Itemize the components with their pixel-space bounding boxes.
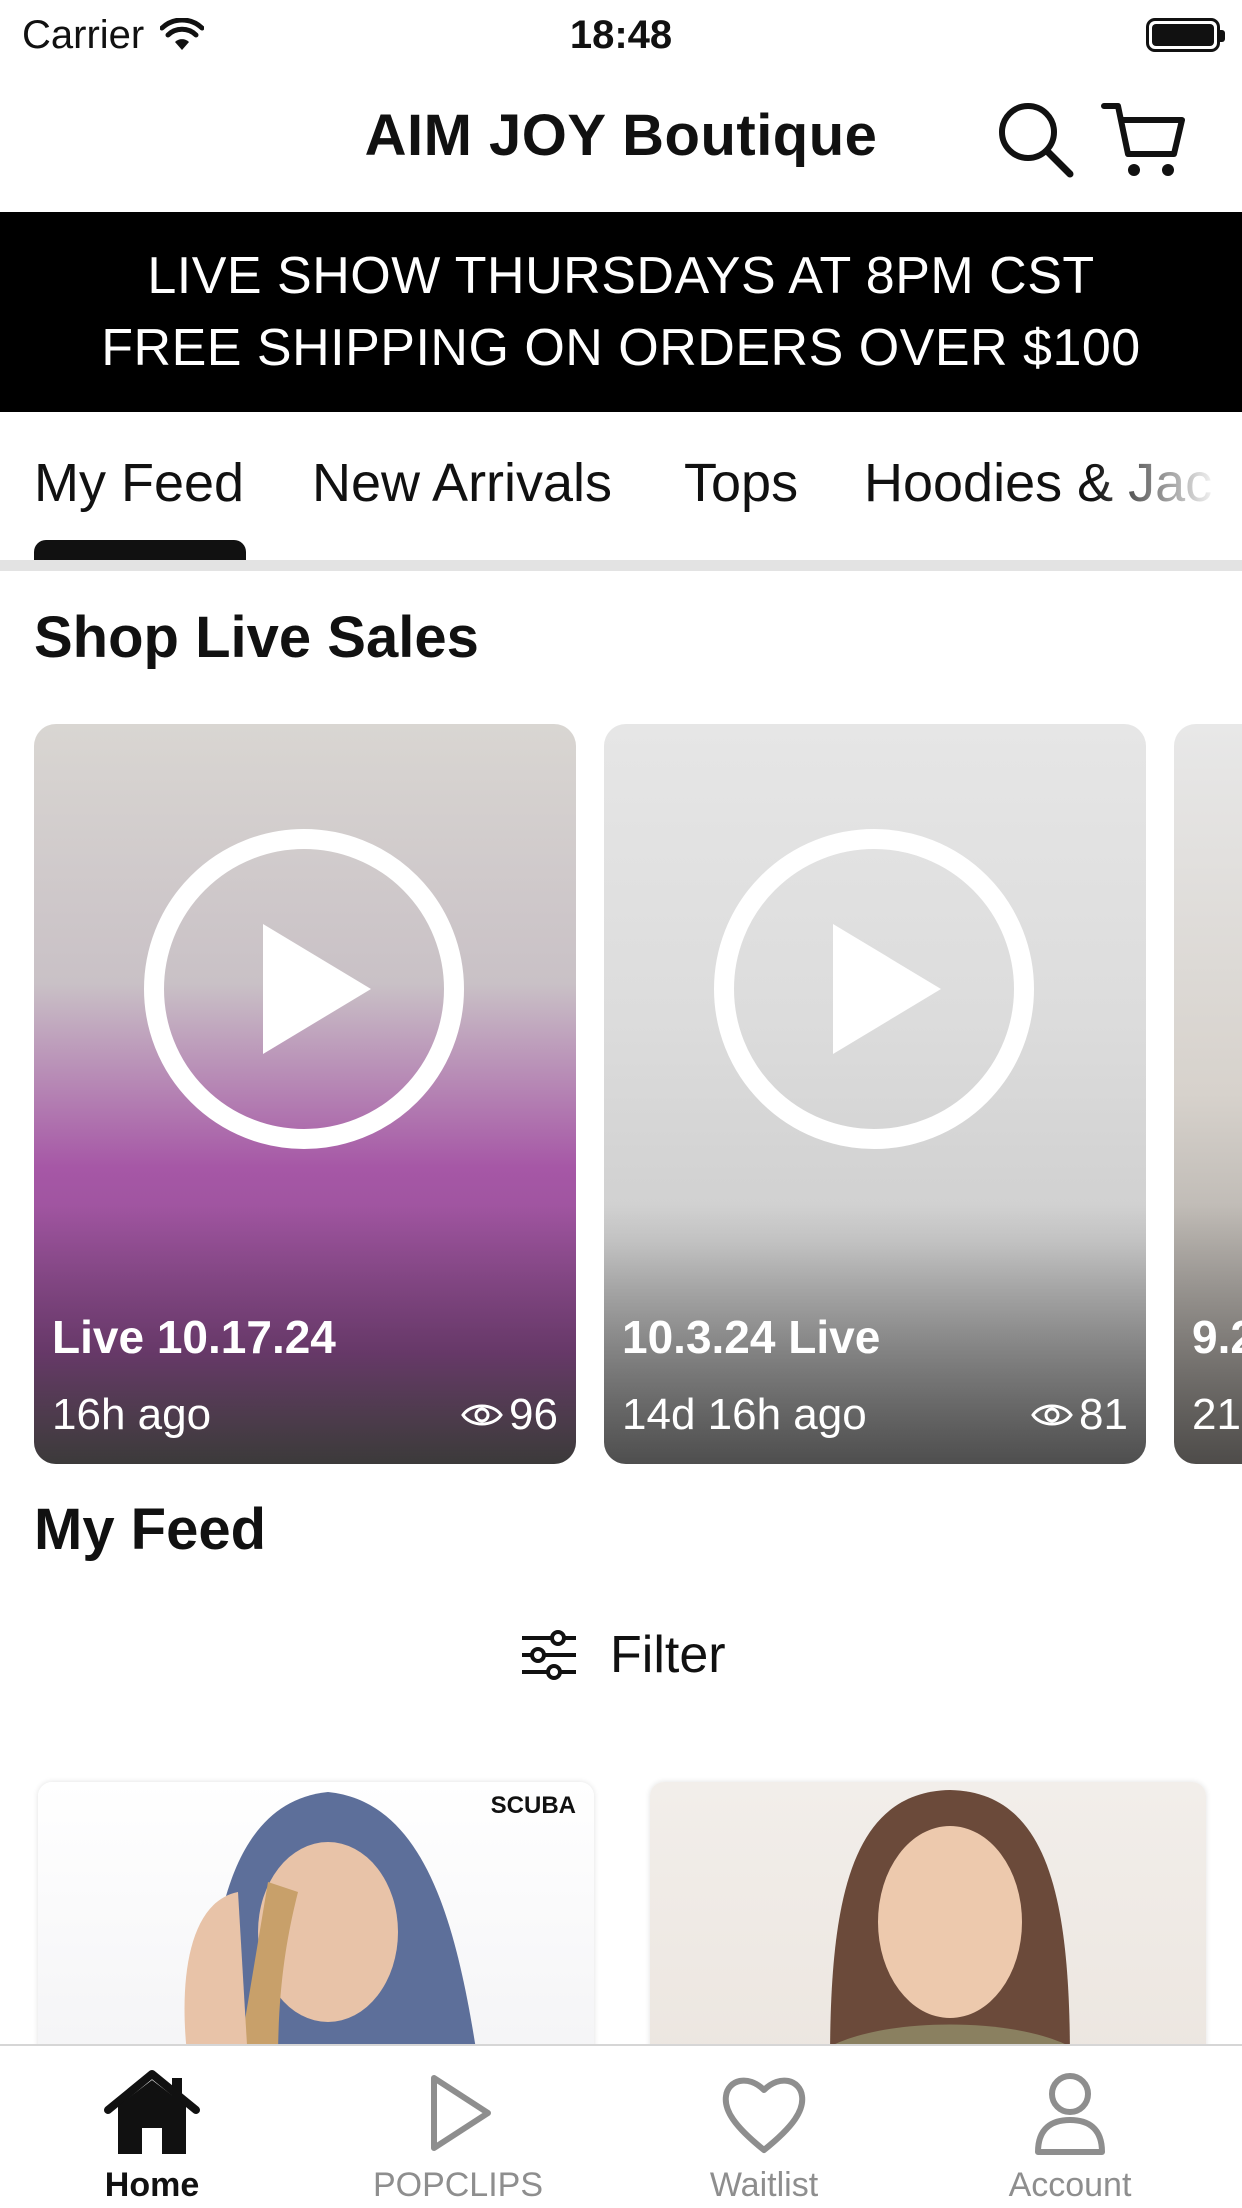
tab-tops[interactable]: Tops [684, 452, 798, 514]
tabs-fade [1092, 412, 1242, 552]
live-sale-card[interactable]: 10.3.24 Live 14d 16h ago 81 [604, 724, 1146, 1464]
section-title-my-feed: My Feed [34, 1497, 267, 1562]
nav-label: POPCLIPS [372, 2166, 544, 2204]
status-bar: Carrier 18:48 [0, 0, 1242, 70]
live-sale-time: 14d 16h ago [622, 1390, 867, 1439]
view-count-value: 96 [509, 1390, 558, 1439]
search-icon[interactable] [990, 94, 1080, 184]
promo-banner[interactable]: LIVE SHOW THURSDAYS AT 8PM CST FREE SHIP… [0, 212, 1242, 412]
eye-icon [461, 1404, 503, 1426]
home-icon [104, 2070, 200, 2154]
nav-label: Account [1008, 2166, 1132, 2204]
nav-waitlist[interactable]: Waitlist [664, 2046, 864, 2208]
play-icon[interactable] [709, 824, 1039, 1154]
live-sale-card[interactable]: Live 10.17.24 16h ago 96 [34, 724, 576, 1464]
app-header: AIM JOY Boutique [0, 72, 1242, 212]
live-sale-title: 9.2 [1192, 1311, 1242, 1363]
active-tab-indicator [34, 540, 246, 560]
wifi-icon [160, 18, 205, 50]
promo-line-1: LIVE SHOW THURSDAYS AT 8PM CST [147, 247, 1095, 305]
carrier-label: Carrier [22, 12, 145, 57]
live-sale-time: 21 [1192, 1390, 1241, 1439]
nav-label: Waitlist [709, 2166, 819, 2204]
app-screen: Carrier 18:48 AIM JOY Boutique LIVE SHOW… [0, 0, 1242, 2208]
product-card[interactable] [650, 1782, 1206, 2062]
sliders-icon [522, 1630, 576, 1680]
category-tabs: My Feed New Arrivals Tops Hoodies & Jac [0, 412, 1242, 562]
play-icon [431, 2075, 491, 2151]
filter-button[interactable]: Filter [520, 1620, 726, 1690]
live-sale-title: Live 10.17.24 [52, 1311, 336, 1363]
nav-account[interactable]: Account [970, 2046, 1170, 2208]
tabs-divider [0, 560, 1242, 571]
status-left: Carrier [22, 12, 205, 58]
cart-icon[interactable] [1100, 94, 1190, 184]
product-image [810, 1790, 1090, 2062]
live-sale-time: 16h ago [52, 1390, 212, 1439]
eye-icon [1031, 1404, 1073, 1426]
tab-my-feed[interactable]: My Feed [34, 452, 244, 514]
live-sale-title: 10.3.24 Live [622, 1311, 881, 1363]
nav-popclips[interactable]: POPCLIPS [358, 2046, 558, 2208]
live-sale-card-partial[interactable]: 9.2 21 [1174, 724, 1242, 1464]
view-count: 96 [461, 1390, 558, 1440]
nav-home[interactable]: Home [52, 2046, 252, 2208]
view-count: 81 [1031, 1390, 1128, 1440]
nav-label: Home [104, 2166, 200, 2204]
play-icon[interactable] [139, 824, 469, 1154]
filter-label: Filter [610, 1626, 726, 1684]
promo-line-2: FREE SHIPPING ON ORDERS OVER $100 [101, 319, 1141, 377]
user-icon [1035, 2073, 1105, 2155]
product-card[interactable]: SCUBA [38, 1782, 594, 2062]
product-tag: SCUBA [490, 1792, 576, 1819]
section-title-live-sales: Shop Live Sales [34, 605, 479, 670]
bottom-nav: Home POPCLIPS Waitlist Account [0, 2044, 1242, 2208]
tab-new-arrivals[interactable]: New Arrivals [312, 452, 612, 514]
battery-icon [1146, 18, 1225, 52]
heart-icon [722, 2077, 806, 2153]
product-image [184, 1792, 478, 2062]
view-count-value: 81 [1079, 1390, 1128, 1439]
